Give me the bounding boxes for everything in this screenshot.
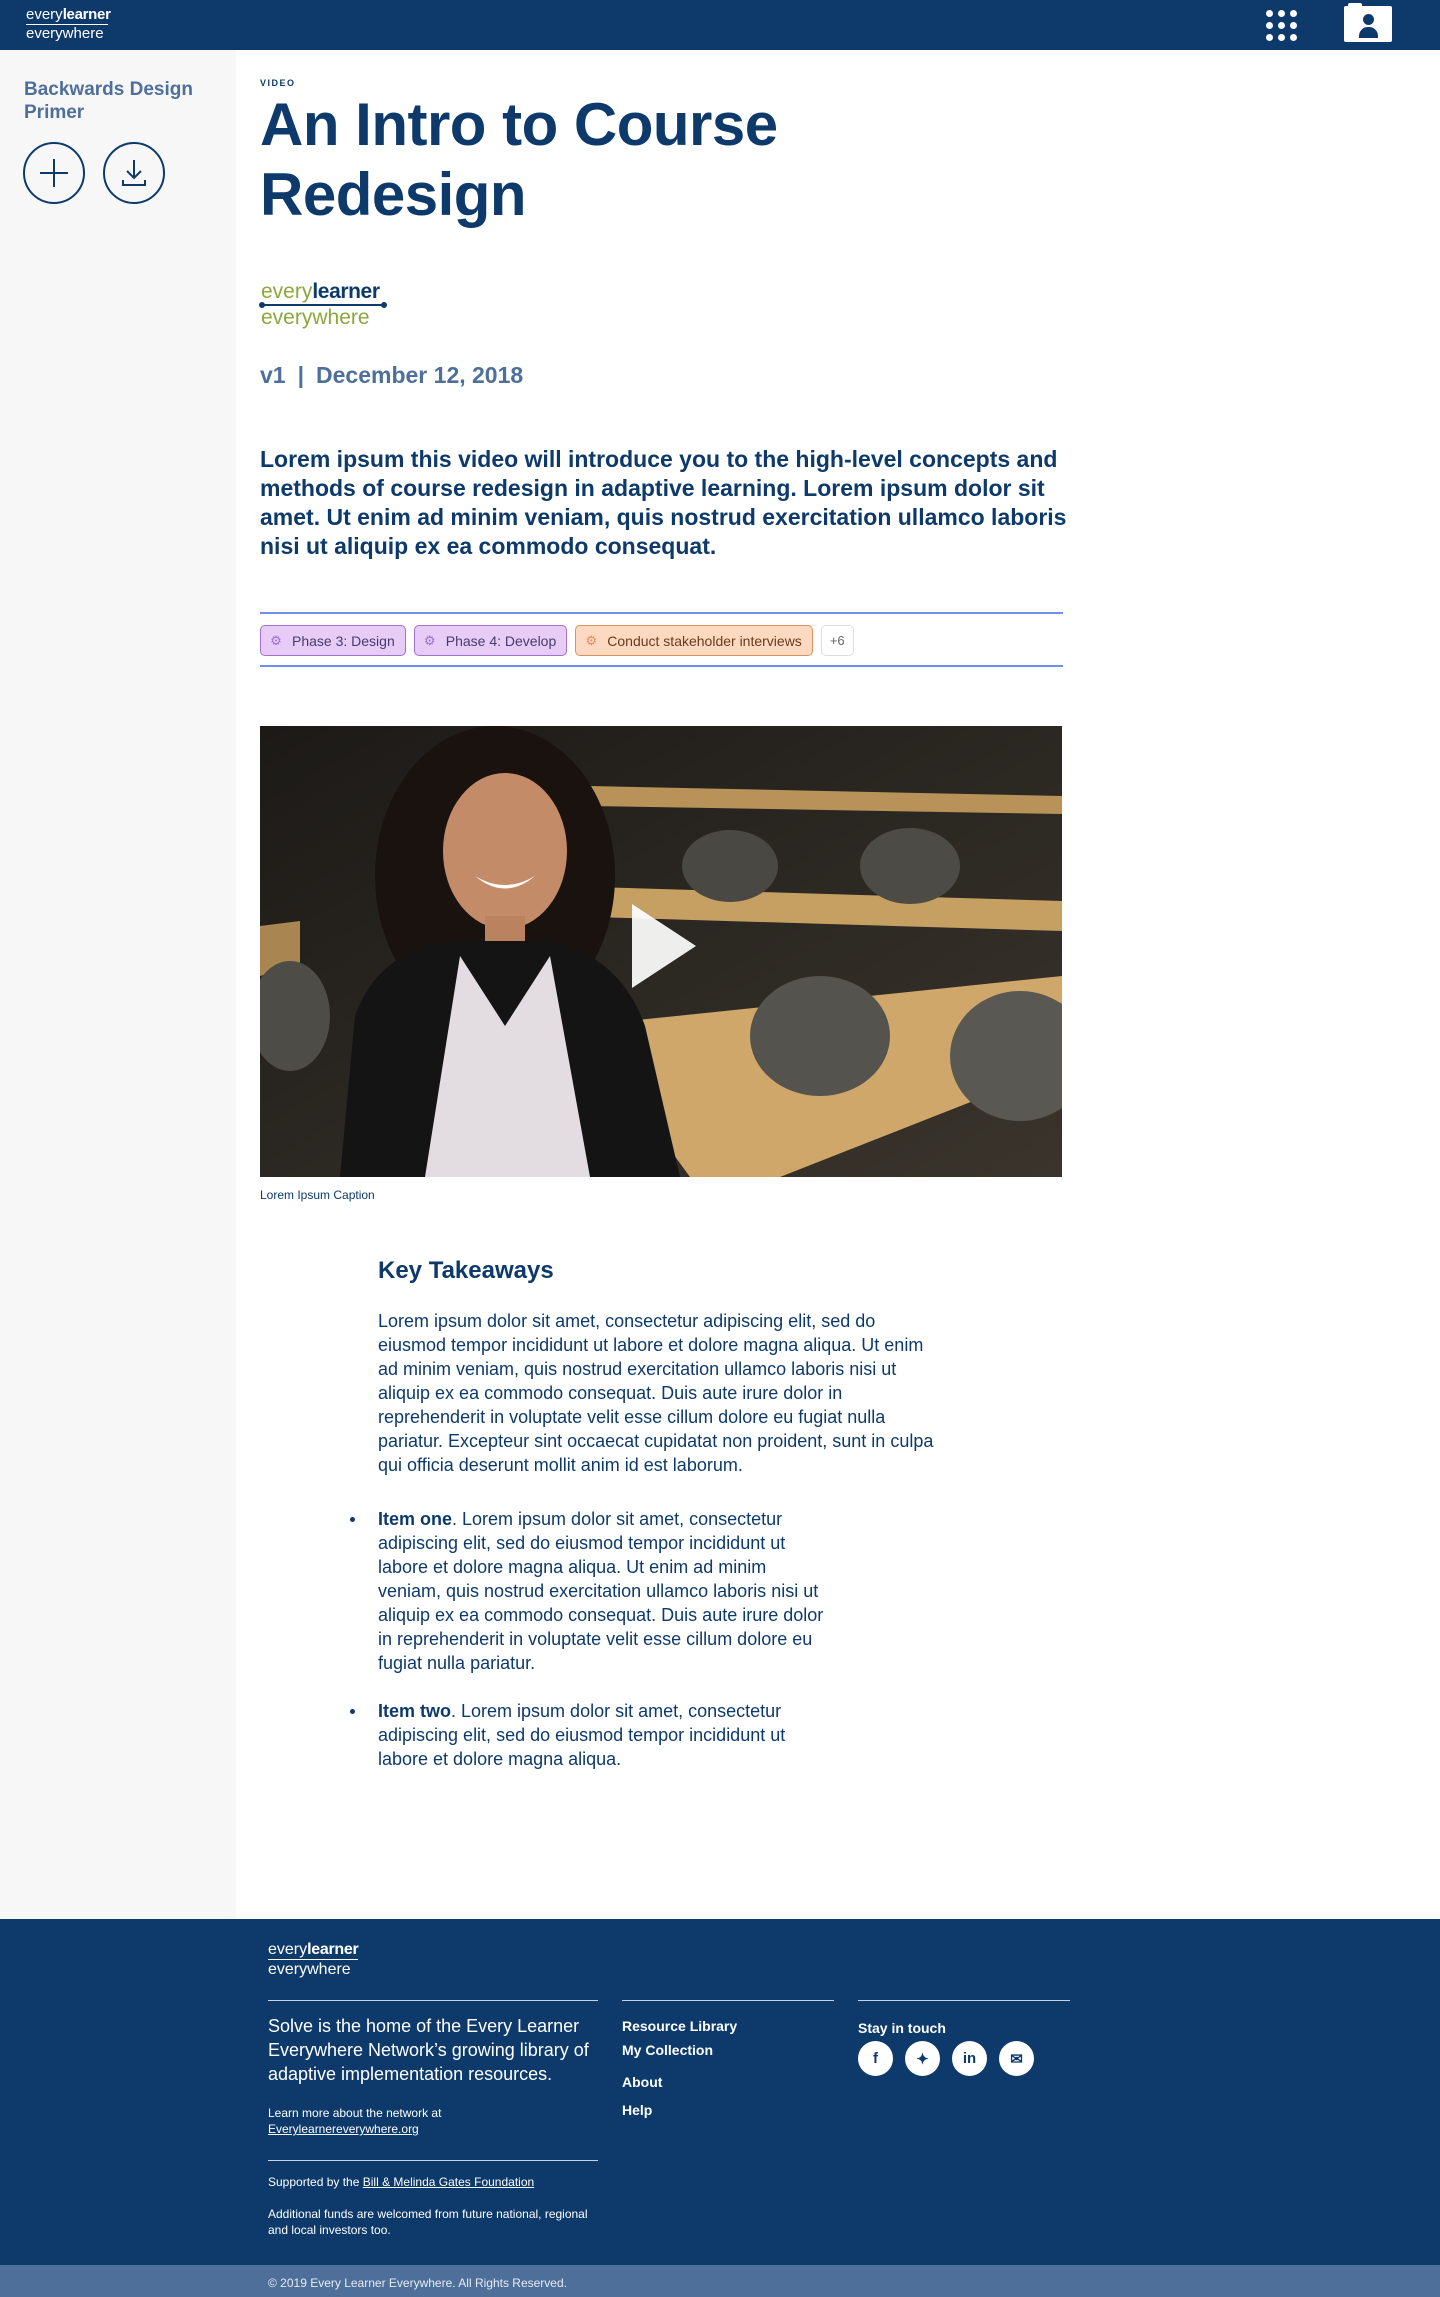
footer-nav: Resource Library	[622, 2018, 737, 2034]
key-takeaways-heading: Key Takeaways	[378, 1257, 554, 1284]
site-footer: everylearner everywhere Solve is the hom…	[0, 1919, 1440, 2265]
supported-by-text: Supported by the Bill & Melinda Gates Fo…	[268, 2174, 598, 2190]
footer-link-resource-library[interactable]: Resource Library	[622, 2018, 737, 2034]
footer-nav: My Collection	[622, 2042, 713, 2058]
stay-in-touch-heading: Stay in touch	[858, 2020, 946, 2036]
footer-logo-every: every	[268, 1941, 308, 1958]
author-logo: everylearner everywhere	[259, 280, 387, 329]
article-summary: Lorem ipsum this video will introduce yo…	[260, 446, 1067, 559]
tag-label: Conduct stakeholder interviews	[607, 632, 802, 649]
email-icon[interactable]: ✉	[999, 2041, 1034, 2076]
tag-phase-3-design[interactable]: ⚙ Phase 3: Design	[260, 625, 406, 656]
key-takeaways-body: Lorem ipsum dolor sit amet, consectetur …	[378, 1311, 934, 1475]
gates-foundation-link[interactable]: Bill & Melinda Gates Foundation	[363, 2175, 534, 2189]
gear-icon: ⚙	[585, 632, 598, 648]
linkedin-icon[interactable]: in	[952, 2041, 987, 2076]
facebook-icon[interactable]: f	[858, 2041, 893, 2076]
footer-logo-rule	[268, 1959, 358, 1960]
footer-divider	[268, 2160, 598, 2161]
footer-logo-everywhere: everywhere	[268, 1961, 351, 1978]
copyright-bar: © 2019 Every Learner Everywhere. All Rig…	[0, 2265, 1440, 2297]
footer-logo[interactable]: everylearner everywhere	[268, 1941, 359, 1978]
additional-funds-text: Additional funds are welcomed from futur…	[268, 2207, 588, 2237]
gear-icon: ⚙	[423, 632, 436, 648]
brand-every: every	[261, 280, 313, 303]
download-button[interactable]	[103, 142, 165, 204]
version-label: v1	[260, 362, 286, 388]
social-links: f ✦ in ✉	[858, 2041, 1034, 2076]
tag-label: Phase 3: Design	[292, 632, 395, 649]
logo-everywhere: everywhere	[26, 25, 104, 42]
footer-logo-learner: learner	[307, 1941, 359, 1958]
video-player[interactable]	[260, 726, 1062, 1177]
logo-every: every	[26, 6, 63, 23]
footer-about-text: Solve is the home of the Every Learner E…	[268, 2016, 589, 2084]
list-item: Item one. Lorem ipsum dolor sit amet, co…	[350, 1507, 830, 1675]
content-type-label: VIDEO	[260, 78, 296, 88]
brand-learner: learner	[312, 280, 380, 303]
gear-icon: ⚙	[270, 632, 282, 648]
brand-rule	[259, 302, 387, 308]
learn-more-label: Learn more about the network at	[268, 2106, 442, 2120]
supported-by-label: Supported by the	[268, 2175, 360, 2189]
footer-nav: About	[622, 2074, 662, 2090]
publish-date: December 12, 2018	[316, 362, 524, 388]
top-navigation-bar: everylearner everywhere	[0, 0, 1440, 50]
learn-more-text: Learn more about the network at Everylea…	[268, 2105, 598, 2137]
meta-separator: |	[297, 362, 305, 388]
twitter-icon[interactable]: ✦	[905, 2041, 940, 2076]
collection-title[interactable]: Backwards Design Primer	[24, 78, 214, 124]
footer-divider	[268, 2000, 598, 2001]
list-item: Item two. Lorem ipsum dolor sit amet, co…	[350, 1699, 830, 1771]
key-takeaways-list: Item one. Lorem ipsum dolor sit amet, co…	[350, 1507, 830, 1795]
tag-stakeholder-interviews[interactable]: ⚙ Conduct stakeholder interviews	[575, 625, 813, 656]
profile-folder-icon[interactable]	[1344, 3, 1392, 42]
add-to-collection-button[interactable]	[23, 142, 85, 204]
page-title: An Intro to Course Redesign	[260, 91, 778, 228]
more-tags-button[interactable]: +6	[820, 625, 854, 656]
footer-link-my-collection[interactable]: My Collection	[622, 2042, 713, 2058]
video-thumbnail	[260, 726, 1062, 1177]
brand-everywhere: everywhere	[261, 306, 370, 329]
footer-link-help[interactable]: Help	[622, 2102, 652, 2118]
collection-sidebar: Backwards Design Primer	[0, 50, 236, 1919]
item-lead: Item two	[378, 1701, 452, 1721]
item-lead: Item one	[378, 1509, 453, 1529]
version-date: v1 | December 12, 2018	[260, 362, 523, 389]
logo-learner: learner	[62, 6, 111, 23]
apps-grid-icon[interactable]	[1264, 8, 1298, 42]
footer-divider	[622, 2000, 834, 2001]
header-logo[interactable]: everylearner everywhere	[26, 7, 111, 42]
footer-nav: Help	[622, 2102, 652, 2118]
network-link[interactable]: Everylearnereverywhere.org	[268, 2122, 419, 2136]
item-text: . Lorem ipsum dolor sit amet, consectetu…	[378, 1509, 824, 1673]
footer-link-about[interactable]: About	[622, 2074, 662, 2090]
tag-phase-4-develop[interactable]: ⚙ Phase 4: Develop	[413, 625, 568, 656]
video-caption: Lorem Ipsum Caption	[260, 1188, 375, 1202]
download-icon	[122, 160, 146, 186]
plus-icon	[40, 159, 68, 187]
tag-bar: ⚙ Phase 3: Design ⚙ Phase 4: Develop ⚙ C…	[260, 612, 1063, 667]
footer-divider	[858, 2000, 1070, 2001]
tag-label: Phase 4: Develop	[445, 632, 557, 649]
